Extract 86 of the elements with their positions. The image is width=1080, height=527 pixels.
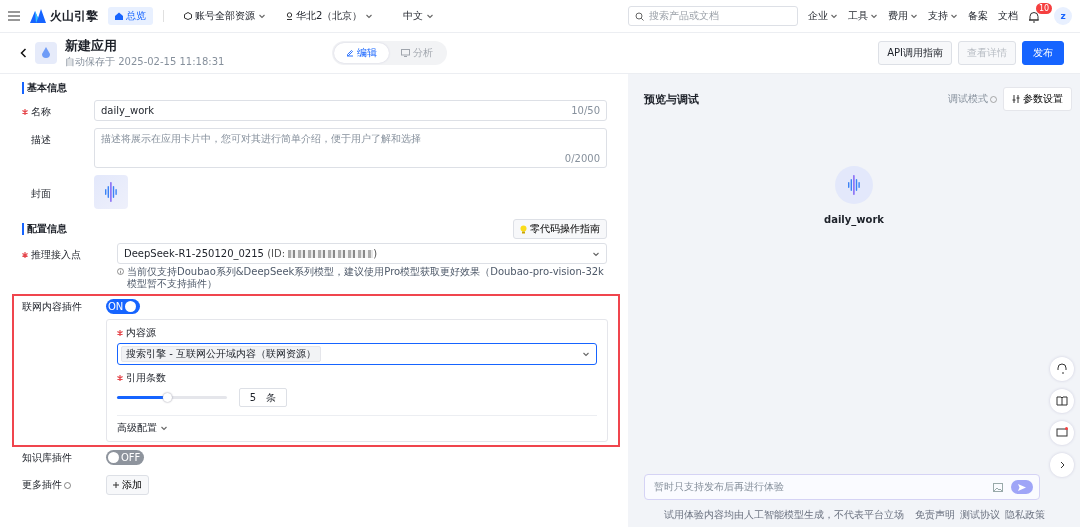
image-icon[interactable] xyxy=(993,482,1003,492)
nav-menu[interactable]: 备案 xyxy=(968,9,988,23)
guide-button[interactable]: 零代码操作指南 xyxy=(513,219,607,239)
char-count: 0/2000 xyxy=(564,153,600,164)
field-label: 名称 xyxy=(31,105,51,119)
nav-menu[interactable]: 企业 xyxy=(808,9,838,23)
field-label: 引用条数 xyxy=(126,371,166,385)
source-select[interactable]: 搜索引擎 - 互联网公开域内容（联网资源） xyxy=(117,343,597,365)
sound-wave-icon xyxy=(848,175,860,195)
home-tab[interactable]: 总览 xyxy=(108,7,153,25)
bell-icon[interactable] xyxy=(1028,11,1040,23)
pencil-icon xyxy=(346,49,355,57)
chevron-down-icon xyxy=(830,12,838,20)
book-icon[interactable] xyxy=(1050,389,1074,413)
feedback-icon[interactable] xyxy=(1050,421,1074,445)
count-slider[interactable] xyxy=(117,396,227,399)
app-name: daily_work xyxy=(824,214,884,225)
chevron-down-icon xyxy=(870,12,878,20)
user-avatar[interactable]: z xyxy=(1054,7,1072,25)
brand-name: 火山引擎 xyxy=(50,7,98,25)
field-label: 内容源 xyxy=(126,326,156,340)
menu-icon[interactable] xyxy=(8,11,20,21)
send-icon xyxy=(1018,483,1026,491)
back-icon[interactable] xyxy=(20,48,27,58)
nav-menu[interactable]: 文档 xyxy=(998,9,1018,23)
field-label: 封面 xyxy=(31,187,51,201)
field-label: 推理接入点 xyxy=(31,248,81,262)
app-icon xyxy=(35,42,57,64)
chevron-down-icon xyxy=(950,12,958,20)
section-title: 基本信息 xyxy=(22,82,607,94)
required-icon xyxy=(117,330,123,336)
footer-link[interactable]: 隐私政策 xyxy=(1004,508,1045,522)
description-field[interactable]: 描述将展示在应用卡片中，您可对其进行简单介绍，便于用户了解和选择 0/2000 xyxy=(94,128,607,168)
chevron-down-icon xyxy=(258,12,266,20)
toggle-switch[interactable]: ON xyxy=(106,299,140,314)
field-label: 描述 xyxy=(31,133,51,147)
debug-mode-label: 调试模式 xyxy=(948,92,988,106)
chevron-down-icon xyxy=(365,12,374,20)
field-label: 联网内容插件 xyxy=(22,299,83,314)
region-selector[interactable]: 华北2（北京） xyxy=(286,9,374,23)
char-count: 10/50 xyxy=(571,105,600,116)
publish-button[interactable]: 发布 xyxy=(1022,41,1064,65)
advanced-link[interactable]: 高级配置 xyxy=(117,421,157,435)
location-icon xyxy=(286,12,293,20)
field-label: 更多插件 xyxy=(22,478,62,492)
section-title: 配置信息 xyxy=(22,223,67,235)
plus-icon xyxy=(113,482,119,488)
notification-badge: 10 xyxy=(1036,3,1053,14)
info-icon xyxy=(117,268,124,275)
sliders-icon xyxy=(1012,95,1020,103)
lightbulb-icon xyxy=(520,224,527,234)
chevron-down-icon xyxy=(582,350,590,358)
required-icon xyxy=(22,109,28,115)
language-selector[interactable]: 中文 xyxy=(403,9,435,23)
mode-tab[interactable]: 编辑 xyxy=(334,43,390,63)
disclaimer-text: 试用体验内容均由人工智能模型生成，不代表平台立场 xyxy=(663,508,904,522)
add-button[interactable]: 添加 xyxy=(106,475,149,495)
source-tag: 搜索引擎 - 互联网公开域内容（联网资源） xyxy=(121,346,321,362)
mountain-logo-icon xyxy=(30,9,46,23)
sound-wave-icon xyxy=(105,182,117,202)
headset-icon[interactable] xyxy=(1050,357,1074,381)
endpoint-select[interactable]: DeepSeek-R1-250120_0215 (ID: ) xyxy=(117,243,607,264)
chevron-down-icon xyxy=(426,12,435,20)
autosave-text: 自动保存于 2025-02-15 11:18:31 xyxy=(65,55,225,69)
panel-title: 预览与调试 xyxy=(644,91,699,107)
nav-menu[interactable]: 支持 xyxy=(928,9,958,23)
settings-button[interactable]: 参数设置 xyxy=(1003,87,1072,111)
required-icon xyxy=(22,252,28,258)
guide-button[interactable]: API调用指南 xyxy=(878,41,952,65)
home-icon xyxy=(115,12,123,20)
nav-menu[interactable]: 工具 xyxy=(848,9,878,23)
field-label: 知识库插件 xyxy=(22,450,73,465)
name-field[interactable]: daily_work 10/50 xyxy=(94,100,607,121)
scope-selector[interactable]: 账号全部资源 xyxy=(184,9,266,23)
hint-text: 当前仅支持Doubao系列&DeepSeek系列模型，建议使用Pro模型获取更好效果（Doubao-pro-vision-32k模型暂不支持插件） xyxy=(127,266,605,290)
footer-link[interactable]: 测试协议 xyxy=(959,508,1000,522)
cover-image[interactable] xyxy=(94,175,128,209)
footer-link[interactable]: 免责声明 xyxy=(914,508,955,522)
send-button[interactable] xyxy=(1011,480,1033,494)
monitor-icon xyxy=(401,49,411,57)
required-icon xyxy=(117,375,123,381)
nav-menu[interactable]: 费用 xyxy=(888,9,918,23)
search-icon xyxy=(635,11,644,21)
chevron-down-icon xyxy=(910,12,918,20)
count-field[interactable]: 5 条 xyxy=(239,388,287,407)
page-title: 新建应用 xyxy=(65,37,118,55)
